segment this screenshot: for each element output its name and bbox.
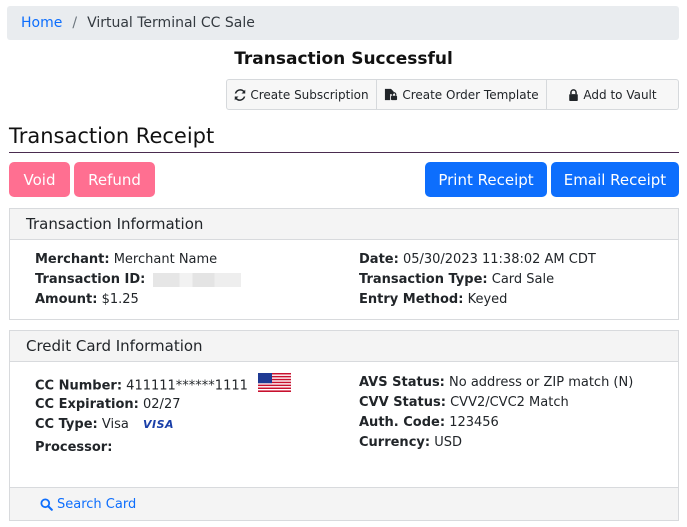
cc-expiration-label: CC Expiration: xyxy=(35,397,139,412)
avs-status-label: AVS Status: xyxy=(359,375,445,390)
refresh-icon xyxy=(234,88,246,101)
auth-code-label: Auth. Code: xyxy=(359,415,446,430)
cc-number-value: 411111******1111 xyxy=(126,378,248,394)
add-to-vault-label: Add to Vault xyxy=(583,87,657,102)
transaction-id-redacted xyxy=(153,272,242,287)
processor-label: Processor: xyxy=(35,440,113,455)
create-order-template-label: Create Order Template xyxy=(402,87,539,102)
void-button[interactable]: Void xyxy=(9,162,70,197)
transaction-info-header: Transaction Information xyxy=(10,209,678,240)
create-order-template-button[interactable]: Create Order Template xyxy=(377,79,547,110)
cc-type-row: CC Type: Visa VISA xyxy=(35,415,174,435)
date-row: Date: 05/30/2023 11:38:02 AM CDT xyxy=(359,250,596,270)
transaction-id-row: Transaction ID: xyxy=(35,270,242,290)
search-card-label: Search Card xyxy=(57,496,137,512)
currency-value: USD xyxy=(434,435,462,450)
status-title: Transaction Successful xyxy=(234,49,453,69)
transaction-info-card: Transaction Information Merchant: Mercha… xyxy=(9,208,679,320)
breadcrumb-home-link[interactable]: Home xyxy=(21,15,62,31)
cvv-status-value: CVV2/CVC2 Match xyxy=(450,395,569,410)
search-card-link[interactable]: Search Card xyxy=(10,487,678,520)
cc-type-value: Visa xyxy=(101,417,129,432)
cc-type-label: CC Type: xyxy=(35,417,98,432)
visa-logo-icon: VISA xyxy=(142,418,175,431)
create-subscription-label: Create Subscription xyxy=(250,87,369,102)
refund-button[interactable]: Refund xyxy=(74,162,155,197)
cc-expiration-value: 02/27 xyxy=(143,397,181,412)
entry-method-label: Entry Method: xyxy=(359,292,464,307)
us-flag-icon xyxy=(258,373,292,399)
date-value: 05/30/2023 11:38:02 AM CDT xyxy=(402,252,596,267)
date-label: Date: xyxy=(359,252,399,267)
credit-card-info-header: Credit Card Information xyxy=(10,331,678,362)
auth-code-row: Auth. Code: 123456 xyxy=(359,413,499,433)
amount-label: Amount: xyxy=(35,292,98,307)
processor-row: Processor: xyxy=(35,438,112,458)
merchant-row: Merchant: Merchant Name xyxy=(35,250,217,270)
print-receipt-button[interactable]: Print Receipt xyxy=(425,162,547,197)
action-button-group: Create Subscription Create Order Templat… xyxy=(226,79,679,110)
currency-label: Currency: xyxy=(359,435,431,450)
email-receipt-button[interactable]: Email Receipt xyxy=(551,162,679,197)
amount-row: Amount: $1.25 xyxy=(35,290,139,310)
auth-code-value: 123456 xyxy=(449,415,499,430)
transaction-type-label: Transaction Type: xyxy=(359,272,488,287)
create-subscription-button[interactable]: Create Subscription xyxy=(226,79,377,110)
lock-icon xyxy=(568,88,579,101)
cvv-status-row: CVV Status: CVV2/CVC2 Match xyxy=(359,393,569,413)
breadcrumb-current: Virtual Terminal CC Sale xyxy=(87,15,255,31)
cvv-status-label: CVV Status: xyxy=(359,395,446,410)
breadcrumb-separator: / xyxy=(72,15,78,31)
merchant-label: Merchant: xyxy=(35,252,110,267)
amount-value: $1.25 xyxy=(101,292,139,307)
entry-method-row: Entry Method: Keyed xyxy=(359,290,507,310)
avs-status-value: No address or ZIP match (N) xyxy=(449,375,634,390)
merchant-value: Merchant Name xyxy=(113,252,218,267)
file-lock-icon xyxy=(384,88,398,101)
cc-expiration-row: CC Expiration: 02/27 xyxy=(35,395,180,415)
receipt-title: Transaction Receipt xyxy=(9,124,679,153)
cc-number-label: CC Number: xyxy=(35,378,123,394)
entry-method-value: Keyed xyxy=(467,292,508,307)
avs-status-row: AVS Status: No address or ZIP match (N) xyxy=(359,373,633,393)
credit-card-info-card: Credit Card Information CC Number: 41111… xyxy=(9,330,679,521)
breadcrumb: Home / Virtual Terminal CC Sale xyxy=(7,6,679,40)
add-to-vault-button[interactable]: Add to Vault xyxy=(547,79,679,110)
transaction-type-value: Card Sale xyxy=(491,272,555,287)
currency-row: Currency: USD xyxy=(359,433,462,453)
search-icon xyxy=(40,497,53,511)
transaction-id-label: Transaction ID: xyxy=(35,272,146,287)
transaction-type-row: Transaction Type: Card Sale xyxy=(359,270,554,290)
